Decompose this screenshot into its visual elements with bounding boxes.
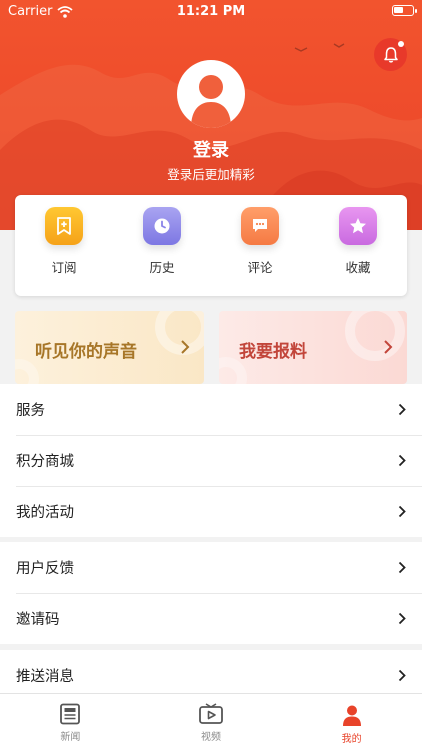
list-item-label: 我的活动 [16, 505, 74, 521]
tab-news[interactable]: 新闻 [0, 694, 141, 750]
avatar[interactable] [177, 60, 245, 128]
voice-banner[interactable]: 听见你的声音 [15, 311, 204, 384]
chevron-right-icon [398, 403, 406, 416]
status-bar: Carrier 11:21 PM [0, 0, 422, 24]
chevron-right-icon [384, 340, 393, 354]
tab-profile[interactable]: 我的 [281, 694, 422, 750]
tab-label: 我的 [341, 734, 362, 745]
video-icon [199, 703, 223, 724]
quick-action-label: 订阅 [51, 260, 77, 275]
notification-dot [398, 41, 404, 47]
bookmark-plus-icon [45, 207, 83, 245]
quick-action-history[interactable]: 历史 [113, 195, 211, 296]
list-item-label: 邀请码 [16, 612, 60, 628]
news-icon [60, 703, 81, 725]
chevron-right-icon [181, 340, 190, 354]
chevron-right-icon [398, 561, 406, 574]
quick-actions-card: 订阅 历史 评论 收藏 [15, 195, 407, 296]
list-group-services: 服务 积分商城 我的活动 [0, 384, 422, 537]
list-item-label: 积分商城 [16, 454, 74, 470]
chevron-right-icon [398, 505, 406, 518]
quick-action-label: 评论 [247, 260, 273, 275]
status-time: 11:21 PM [176, 4, 246, 19]
list-group-feedback: 用户反馈 邀请码 [0, 542, 422, 644]
report-banner-title: 我要报料 [239, 342, 307, 362]
tab-video[interactable]: 视频 [141, 694, 282, 750]
quick-action-label: 收藏 [345, 260, 371, 275]
quick-action-favorites[interactable]: 收藏 [309, 195, 407, 296]
battery-icon [392, 5, 417, 16]
list-item-label: 推送消息 [16, 669, 74, 685]
user-avatar-icon [191, 75, 231, 128]
login-subtitle: 登录后更加精彩 [167, 167, 255, 182]
list-item-invite-code[interactable]: 邀请码 [0, 593, 422, 644]
tab-bar: 新闻 视频 我的 [0, 693, 422, 750]
list-item-my-activities[interactable]: 我的活动 [0, 486, 422, 537]
quick-action-subscribe[interactable]: 订阅 [15, 195, 113, 296]
list-item-services[interactable]: 服务 [0, 384, 422, 435]
notification-button[interactable] [374, 38, 407, 71]
clock-icon [143, 207, 181, 245]
report-banner[interactable]: 我要报料 [219, 311, 407, 384]
chevron-right-icon [398, 612, 406, 625]
star-icon [339, 207, 377, 245]
login-title[interactable]: 登录 [0, 136, 422, 162]
list-item-points-mall[interactable]: 积分商城 [0, 435, 422, 486]
tab-label: 新闻 [60, 732, 81, 743]
profile-icon [342, 705, 361, 726]
list-item-label: 服务 [16, 403, 45, 419]
chevron-right-icon [398, 454, 406, 467]
chevron-right-icon [398, 669, 406, 682]
quick-action-comments[interactable]: 评论 [211, 195, 309, 296]
comment-icon [241, 207, 279, 245]
list-item-label: 用户反馈 [16, 561, 74, 577]
quick-action-label: 历史 [149, 260, 175, 275]
tab-label: 视频 [201, 732, 221, 743]
bell-icon [383, 46, 398, 63]
voice-banner-title: 听见你的声音 [35, 342, 137, 362]
list-item-user-feedback[interactable]: 用户反馈 [0, 542, 422, 593]
